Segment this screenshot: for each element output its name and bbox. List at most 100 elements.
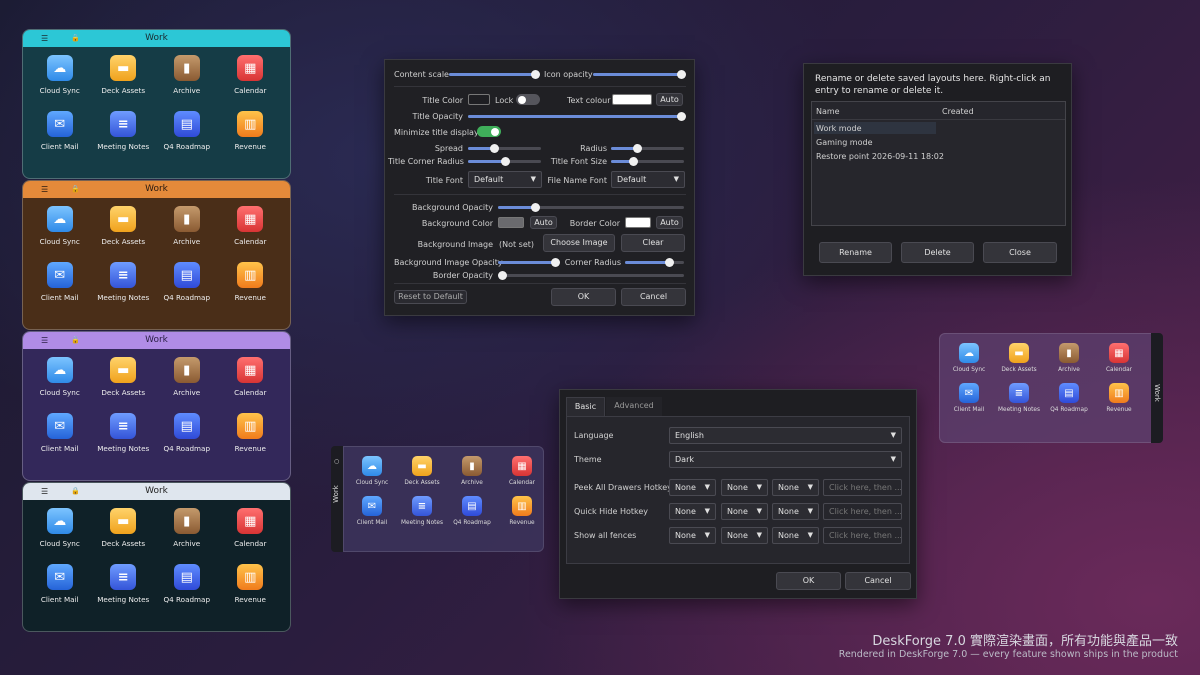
corner-radius-slider[interactable] xyxy=(625,258,684,267)
desktop-item[interactable]: ▮ Archive xyxy=(155,55,219,95)
desktop-item[interactable]: ☁ Cloud Sync xyxy=(28,55,92,95)
slider-thumb[interactable] xyxy=(530,70,540,79)
border-color-auto-button[interactable]: Auto xyxy=(656,216,683,229)
list-item[interactable]: Restore point 2026-09-11 18:02 xyxy=(814,150,1014,162)
menu-icon[interactable]: ☰ xyxy=(41,332,48,349)
hotkey-modifier-select[interactable]: None ▼ xyxy=(772,479,819,496)
hotkey-modifier-select[interactable]: None ▼ xyxy=(721,479,768,496)
menu-icon[interactable]: ☰ xyxy=(41,181,48,198)
hotkey-modifier-select[interactable]: None ▼ xyxy=(772,527,819,544)
hotkey-modifier-select[interactable]: None ▼ xyxy=(669,503,716,520)
desktop-item[interactable]: ▦ Calendar xyxy=(219,357,283,397)
background-opacity-slider[interactable] xyxy=(498,203,684,212)
column-created-header[interactable]: Created xyxy=(942,107,974,116)
title-font-size-slider[interactable] xyxy=(611,157,684,166)
desktop-item[interactable]: ▮ Archive xyxy=(447,456,497,486)
slider-thumb[interactable] xyxy=(500,157,510,166)
slider-thumb[interactable] xyxy=(498,271,507,280)
desktop-item[interactable]: ▬ Deck Assets xyxy=(92,206,156,246)
desktop-item[interactable]: ≡ Meeting Notes xyxy=(92,111,156,151)
slider-thumb[interactable] xyxy=(632,144,642,153)
fence-title-bar[interactable]: ☰ 🔒 Work xyxy=(23,30,290,47)
list-item[interactable]: Gaming mode xyxy=(814,136,1014,148)
desktop-item[interactable]: ▬ Deck Assets xyxy=(397,456,447,486)
desktop-item[interactable]: ▮ Archive xyxy=(1044,343,1094,373)
desktop-item[interactable]: ▬ Deck Assets xyxy=(92,55,156,95)
desktop-item[interactable]: ▮ Archive xyxy=(155,206,219,246)
mini-fence-right-tab[interactable]: Work xyxy=(1151,333,1163,443)
menu-icon[interactable]: ☰ xyxy=(41,30,48,47)
desktop-item[interactable]: ▦ Calendar xyxy=(1094,343,1144,373)
desktop-item[interactable]: ▮ Archive xyxy=(155,508,219,548)
column-name-header[interactable]: Name xyxy=(816,107,840,116)
background-image-opacity-slider[interactable] xyxy=(498,258,560,267)
desktop-item[interactable]: ▦ Calendar xyxy=(219,206,283,246)
fence-title-bar[interactable]: ☰ 🔒 Work xyxy=(23,181,290,198)
desktop-item[interactable]: ▤ Q4 Roadmap xyxy=(155,262,219,302)
desktop-item[interactable]: ▤ Q4 Roadmap xyxy=(155,564,219,604)
cancel-button[interactable]: Cancel xyxy=(621,288,686,306)
desktop-item[interactable]: ✉ Client Mail xyxy=(347,496,397,526)
text-colour-auto-button[interactable]: Auto xyxy=(656,93,683,106)
radius-slider[interactable] xyxy=(611,144,684,153)
slider-thumb[interactable] xyxy=(677,70,686,79)
desktop-item[interactable]: ▥ Revenue xyxy=(219,564,283,604)
slider-thumb[interactable] xyxy=(665,258,675,267)
hotkey-input[interactable]: Click here, then ... xyxy=(823,503,902,520)
desktop-item[interactable]: ≡ Meeting Notes xyxy=(92,564,156,604)
icon-opacity-slider[interactable] xyxy=(593,70,686,79)
spread-slider[interactable] xyxy=(468,144,541,153)
background-color-auto-button[interactable]: Auto xyxy=(530,216,557,229)
title-font-select[interactable]: Default ▼ xyxy=(468,171,542,188)
desktop-item[interactable]: ▤ Q4 Roadmap xyxy=(1044,383,1094,413)
desktop-item[interactable]: ☁ Cloud Sync xyxy=(28,357,92,397)
desktop-item[interactable]: ✉ Client Mail xyxy=(28,262,92,302)
reset-to-default-button[interactable]: Reset to Default xyxy=(394,290,467,304)
text-colour-swatch[interactable] xyxy=(612,94,652,105)
slider-thumb[interactable] xyxy=(550,258,560,267)
slider-thumb[interactable] xyxy=(677,112,686,121)
clear-image-button[interactable]: Clear xyxy=(621,234,685,252)
mini-fence-left-tab[interactable]: ○ Work xyxy=(331,446,343,552)
desktop-item[interactable]: ▤ Q4 Roadmap xyxy=(155,111,219,151)
desktop-item[interactable]: ≡ Meeting Notes xyxy=(92,413,156,453)
desktop-item[interactable]: ▬ Deck Assets xyxy=(994,343,1044,373)
hotkey-modifier-select[interactable]: None ▼ xyxy=(669,479,716,496)
cancel-button[interactable]: Cancel xyxy=(845,572,911,590)
title-color-swatch[interactable] xyxy=(468,94,490,105)
desktop-item[interactable]: ▥ Revenue xyxy=(497,496,547,526)
desktop-item[interactable]: ▬ Deck Assets xyxy=(92,357,156,397)
desktop-item[interactable]: ▦ Calendar xyxy=(219,508,283,548)
desktop-item[interactable]: ▥ Revenue xyxy=(219,413,283,453)
hotkey-modifier-select[interactable]: None ▼ xyxy=(669,527,716,544)
lock-icon[interactable]: 🔒 xyxy=(71,332,80,349)
minimize-title-toggle[interactable] xyxy=(477,126,501,137)
desktop-item[interactable]: ☁ Cloud Sync xyxy=(347,456,397,486)
tab-advanced[interactable]: Advanced xyxy=(606,397,662,416)
menu-icon[interactable]: ☰ xyxy=(41,483,48,500)
desktop-item[interactable]: ✉ Client Mail xyxy=(28,413,92,453)
theme-select[interactable]: Dark ▼ xyxy=(669,451,902,468)
slider-thumb[interactable] xyxy=(531,203,541,212)
hotkey-input[interactable]: Click here, then ... xyxy=(823,479,902,496)
desktop-item[interactable]: ✉ Client Mail xyxy=(28,111,92,151)
desktop-item[interactable]: ▮ Archive xyxy=(155,357,219,397)
desktop-item[interactable]: ▤ Q4 Roadmap xyxy=(447,496,497,526)
file-name-font-select[interactable]: Default ▼ xyxy=(611,171,685,188)
fence-title-bar[interactable]: ☰ 🔒 Work xyxy=(23,332,290,349)
desktop-item[interactable]: ▦ Calendar xyxy=(219,55,283,95)
hotkey-input[interactable]: Click here, then ... xyxy=(823,527,902,544)
fence-title-bar[interactable]: ☰ 🔒 Work xyxy=(23,483,290,500)
close-button[interactable]: Close xyxy=(983,242,1057,263)
language-select[interactable]: English ▼ xyxy=(669,427,902,444)
content-scale-slider[interactable] xyxy=(449,70,540,79)
desktop-item[interactable]: ▬ Deck Assets xyxy=(92,508,156,548)
lock-icon[interactable]: 🔒 xyxy=(71,483,80,500)
hotkey-modifier-select[interactable]: None ▼ xyxy=(721,527,768,544)
choose-image-button[interactable]: Choose Image xyxy=(543,234,615,252)
desktop-item[interactable]: ▥ Revenue xyxy=(219,262,283,302)
rename-button[interactable]: Rename xyxy=(819,242,892,263)
ok-button[interactable]: OK xyxy=(551,288,616,306)
slider-thumb[interactable] xyxy=(489,144,499,153)
desktop-item[interactable]: ▥ Revenue xyxy=(1094,383,1144,413)
